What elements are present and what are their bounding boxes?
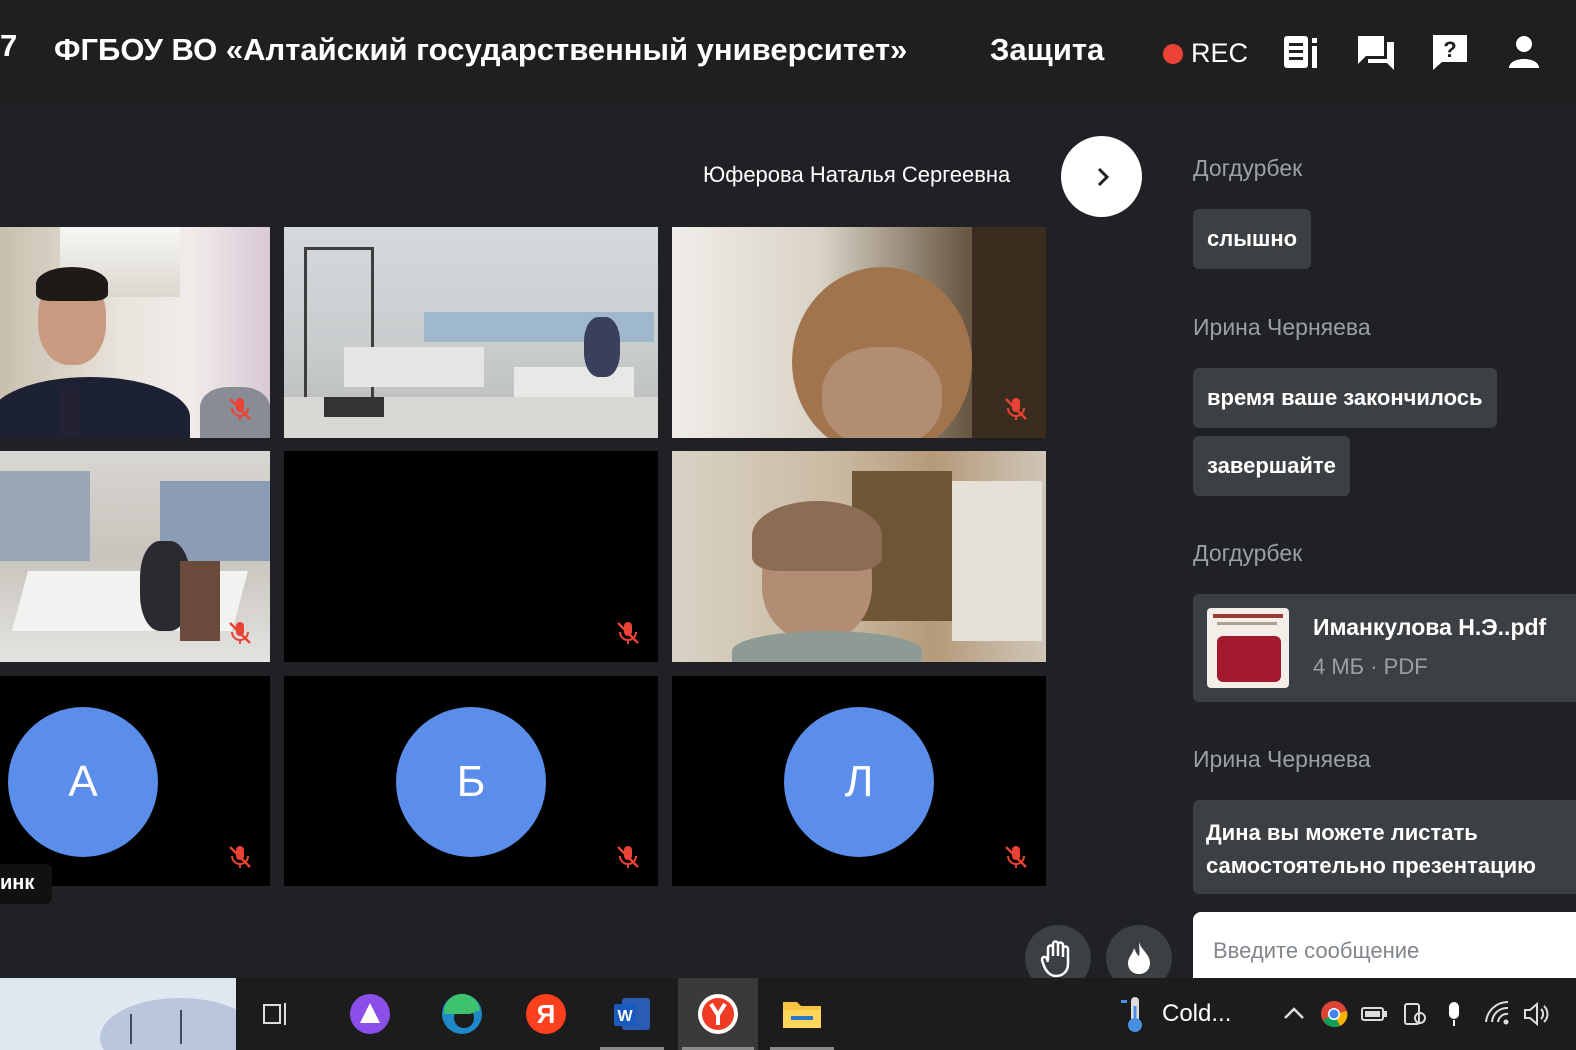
chrome-icon[interactable] [1320, 1000, 1348, 1028]
video-tile[interactable]: А [0, 676, 270, 886]
rec-dot-icon [1163, 43, 1183, 64]
svg-text:?: ? [1443, 37, 1456, 62]
chat-sender: Ирина Черняева [1193, 314, 1371, 340]
chevron-up-icon[interactable] [1280, 1000, 1308, 1028]
video-tile[interactable] [284, 227, 658, 438]
chat-message-line: Дина вы можете листать [1206, 820, 1478, 845]
chat-sender: Ирина Черняева [1193, 746, 1371, 772]
participant-video [284, 227, 658, 438]
mic-off-icon [229, 622, 251, 644]
weather-text: Cold... [1162, 1000, 1232, 1027]
yandex-icon: Я [526, 994, 566, 1034]
active-speaker-name: Юферова Наталья Сергеевна [703, 162, 1011, 187]
mic-off-icon [229, 398, 251, 420]
chat-message-line: самостоятельно презентацию [1206, 853, 1536, 878]
rec-label: REC [1191, 38, 1249, 68]
file-meta: 4 МБ · PDF [1313, 654, 1428, 679]
taskbar-search-image[interactable] [0, 978, 236, 1050]
taskbar: Я W Cold... [0, 978, 1576, 1050]
video-tile[interactable] [0, 227, 270, 438]
taskbar-yandex[interactable]: Я [510, 978, 582, 1050]
svg-text:W: W [617, 1008, 633, 1025]
chat-sender: Догдурбек [1193, 540, 1303, 566]
meeting-section: Защита [990, 32, 1105, 67]
mic-off-icon [1005, 398, 1027, 420]
video-tile[interactable] [672, 451, 1046, 662]
recording-indicator: REC [1163, 38, 1248, 69]
device-icon[interactable] [1400, 1000, 1428, 1028]
taskbar-yandex-browser[interactable] [678, 978, 758, 1050]
wifi-icon[interactable] [1484, 1000, 1512, 1028]
taskbar-word[interactable]: W [596, 978, 668, 1050]
mic-off-icon [1005, 846, 1027, 868]
task-view-icon [263, 1003, 286, 1025]
svg-text:Я: Я [537, 999, 556, 1029]
chat-message: время ваше закончилось [1193, 368, 1497, 428]
task-view-button[interactable] [240, 978, 312, 1050]
file-name: Иманкулова Н.Э..pdf [1313, 614, 1547, 640]
alice-icon [350, 994, 390, 1034]
chat-sender: Догдурбек [1193, 155, 1303, 181]
participants-icon[interactable] [1504, 32, 1544, 72]
video-tile[interactable] [284, 451, 658, 662]
taskbar-edge[interactable] [426, 978, 498, 1050]
meeting-window: 7 ФГБОУ ВО «Алтайский государственный ун… [0, 0, 1576, 1050]
battery-icon[interactable] [1360, 1000, 1388, 1028]
taskbar-alice[interactable] [334, 978, 406, 1050]
participant-name-chip: инк [0, 864, 52, 904]
chevron-right-icon [1097, 167, 1109, 186]
microphone-icon[interactable] [1440, 1000, 1468, 1028]
participant-avatar: А [8, 707, 158, 857]
weather-widget[interactable]: Cold... [1118, 978, 1231, 1050]
participant-avatar: Б [396, 707, 546, 857]
next-page-button[interactable] [1061, 136, 1142, 217]
edge-icon [442, 993, 482, 1034]
notes-icon[interactable] [1281, 32, 1321, 72]
fire-icon [1128, 942, 1150, 974]
title-fragment: 7 [0, 28, 18, 63]
video-tile[interactable] [0, 451, 270, 662]
help-icon[interactable]: ? [1430, 32, 1470, 72]
chat-icon[interactable] [1356, 32, 1396, 72]
pdf-thumbnail [1207, 608, 1289, 688]
participant-avatar: Л [784, 707, 934, 857]
participant-video [672, 227, 1046, 438]
chat-message: Дина вы можете листать самостоятельно пр… [1193, 800, 1576, 894]
file-attachment[interactable]: Иманкулова Н.Э..pdf 4 МБ · PDF [1193, 594, 1576, 702]
mic-off-icon [617, 846, 639, 868]
chat-message: слышно [1193, 209, 1312, 269]
chat-message: завершайте [1193, 436, 1350, 496]
meeting-title: ФГБОУ ВО «Алтайский государственный унив… [54, 32, 908, 67]
video-tile[interactable] [672, 227, 1046, 438]
word-icon: W [614, 998, 650, 1030]
mic-off-icon [617, 622, 639, 644]
video-tile[interactable]: Л [672, 676, 1046, 886]
folder-icon [783, 1002, 821, 1028]
participant-video [672, 451, 1046, 662]
hand-icon [1040, 940, 1070, 978]
taskbar-file-explorer[interactable] [766, 978, 838, 1050]
yandex-browser-icon [698, 994, 738, 1034]
video-tile[interactable]: Б [284, 676, 658, 886]
volume-icon[interactable] [1522, 1000, 1550, 1028]
chat-message-input[interactable]: Введите сообщение [1193, 912, 1576, 978]
top-bar: 7 ФГБОУ ВО «Алтайский государственный ун… [0, 0, 1576, 106]
thermometer-icon [1121, 997, 1142, 1032]
mic-off-icon [229, 846, 251, 868]
